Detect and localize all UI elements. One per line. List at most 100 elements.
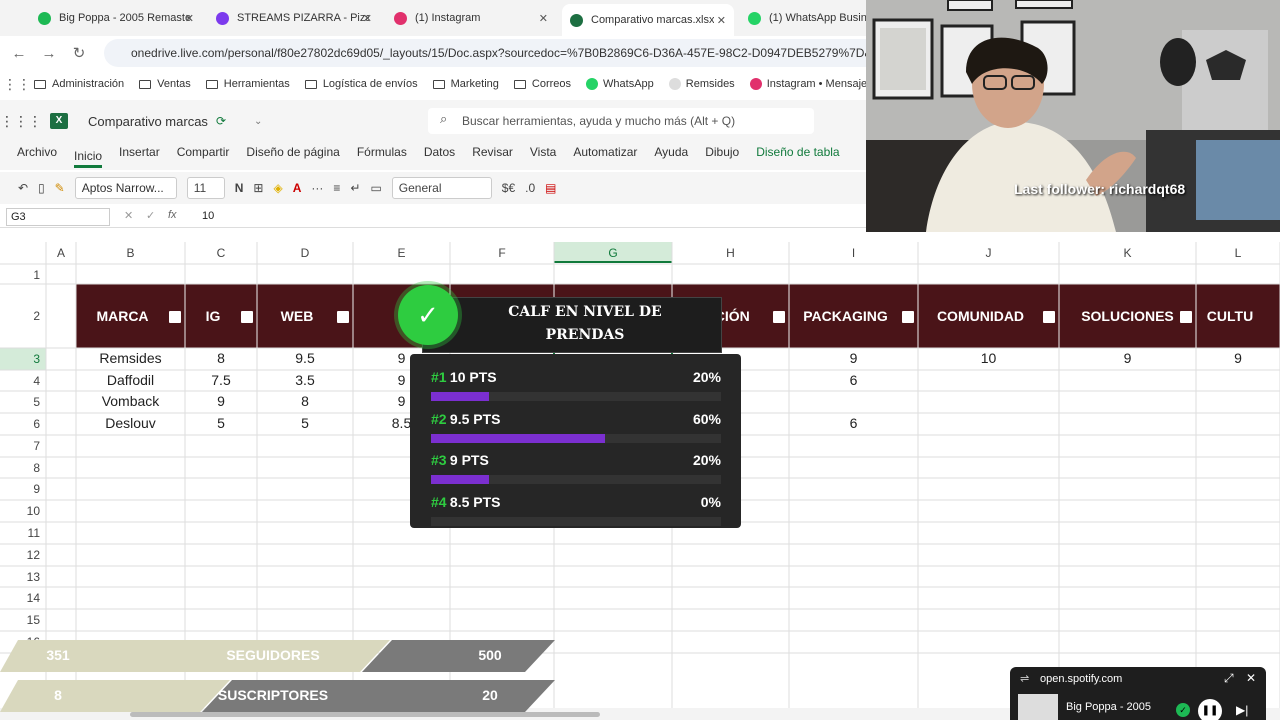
cell-value: 9: [1234, 350, 1242, 366]
ribbon-tab[interactable]: Revisar: [472, 145, 513, 168]
number-format-select[interactable]: General: [391, 177, 492, 199]
expand-icon[interactable]: ⤢: [1224, 671, 1234, 686]
bookmark-item[interactable]: Administración: [34, 78, 124, 90]
close-tab-icon[interactable]: ✕: [363, 12, 372, 25]
bookmark-item[interactable]: Correos: [513, 78, 571, 90]
ribbon-tab[interactable]: Fórmulas: [357, 145, 407, 168]
apps-grid-icon[interactable]: ⋮⋮: [0, 76, 34, 93]
close-icon[interactable]: ✕: [1246, 671, 1256, 685]
subs-goal: 20: [482, 687, 498, 703]
audio-icon: ⇌: [1020, 673, 1030, 685]
borders-icon[interactable]: ⊞: [253, 181, 263, 195]
subs-count: 8: [54, 687, 62, 703]
ribbon-tab[interactable]: Ayuda: [654, 145, 688, 168]
confirm-icon[interactable]: ✓: [146, 209, 155, 222]
fill-color-icon[interactable]: ◈: [273, 181, 282, 195]
bookmark-item[interactable]: WhatsApp: [586, 78, 654, 90]
undo-icon[interactable]: ↶: [18, 181, 28, 195]
tab-list: Big Poppa - 2005 Remaster ✕ STREAMS PIZARR…: [0, 0, 870, 36]
bookmark-item[interactable]: Marketing: [432, 78, 499, 90]
saved-icon[interactable]: ✓: [1176, 703, 1190, 717]
format-painter-icon[interactable]: ✎: [55, 181, 65, 195]
bookmark-item[interactable]: Instagram • Mensajes: [749, 78, 873, 90]
decimal-icon[interactable]: .0: [525, 181, 535, 195]
ribbon-tab[interactable]: Datos: [424, 145, 455, 168]
forward-icon[interactable]: →: [34, 45, 64, 62]
browser-tab[interactable]: Comparativo marcas.xlsx ✕: [562, 4, 734, 36]
row-number: 4: [33, 374, 40, 388]
cell-value: 5: [217, 415, 225, 431]
filter-button: [773, 311, 785, 323]
browser-tab[interactable]: (1) Instagram ✕: [386, 6, 556, 30]
bookmark-item[interactable]: Logística de envíos: [304, 78, 418, 90]
merge-icon[interactable]: ▭: [370, 181, 381, 195]
bookmark-label: Marketing: [450, 78, 499, 90]
cell-value: 9.5: [295, 350, 315, 366]
font-name-select[interactable]: Aptos Narrow...: [74, 177, 177, 199]
row-number: 9: [33, 482, 40, 496]
table-header-label: PACKAGING: [803, 308, 888, 324]
font-color-icon[interactable]: A: [293, 181, 302, 195]
poll-bar-fill: [431, 433, 605, 443]
filter-button: [902, 311, 914, 323]
ribbon-tab[interactable]: Dibujo: [705, 145, 739, 168]
search-input[interactable]: Buscar herramientas, ayuda y mucho más (…: [428, 108, 814, 134]
font-size-select[interactable]: 11: [186, 177, 225, 199]
poll-bar-track: [431, 433, 721, 443]
document-title[interactable]: Comparativo marcas: [88, 114, 208, 129]
align-icon[interactable]: ≡: [333, 181, 340, 195]
close-tab-icon[interactable]: ✕: [539, 12, 548, 25]
ribbon-tab[interactable]: Diseño de página: [246, 145, 339, 168]
browser-tab[interactable]: Big Poppa - 2005 Remaster ✕: [30, 6, 202, 30]
row-number: 6: [33, 417, 40, 431]
url-input[interactable]: onedrive.live.com/personal/f80e27802dc69…: [104, 39, 884, 67]
bold-icon[interactable]: N: [235, 181, 244, 195]
ribbon-tab[interactable]: Inicio: [74, 149, 103, 168]
formula-input[interactable]: 10: [202, 210, 214, 222]
name-box[interactable]: G3: [6, 208, 110, 226]
poll-bar-track: [431, 392, 721, 401]
stream-goals: 351 SEGUIDORES 500 8 SUSCRIPTORES 20: [0, 640, 560, 720]
waffle-icon[interactable]: ⋮⋮⋮: [0, 113, 42, 130]
chevron-down-icon[interactable]: ⌄: [254, 116, 262, 127]
ribbon-tab[interactable]: Insertar: [119, 145, 160, 168]
more-icon[interactable]: ···: [311, 181, 323, 195]
back-icon[interactable]: ←: [4, 45, 34, 62]
browser-tab[interactable]: (1) WhatsApp Business: [740, 6, 880, 30]
track-title: Big Poppa - 2005: [1066, 701, 1152, 713]
filter-button: [241, 311, 253, 323]
poll-option: #4 8.5 PTS 0%: [431, 494, 721, 536]
tab-label: (1) Instagram: [415, 12, 481, 24]
filter-button: [169, 311, 181, 323]
clipboard-icon[interactable]: ▯: [38, 181, 45, 195]
ribbon-tab[interactable]: Automatizar: [573, 145, 637, 168]
ribbon-tab[interactable]: Diseño de tabla: [756, 145, 839, 168]
pause-icon[interactable]: ❚❚: [1198, 699, 1222, 723]
poll-option: #2 9.5 PTS 60%: [431, 411, 721, 453]
reload-icon[interactable]: ↻: [64, 44, 94, 62]
spotify-mini-player: ⇌ open.spotify.com ⤢ ✕ Big Poppa - 2005 …: [1010, 667, 1266, 723]
poll-percent: 20%: [692, 452, 721, 468]
wrap-text-icon[interactable]: ↵: [350, 181, 360, 195]
table-header-label: WEB: [281, 308, 314, 324]
conditional-format-icon[interactable]: ▤: [545, 181, 556, 195]
currency-icon[interactable]: $€: [502, 181, 515, 195]
ribbon-tab[interactable]: Vista: [530, 145, 556, 168]
next-icon[interactable]: ▶|: [1236, 703, 1248, 717]
poll-bar-fill: [431, 475, 489, 484]
close-tab-icon[interactable]: ✕: [717, 14, 726, 27]
excel-logo-icon: X: [50, 113, 68, 129]
bookmark-item[interactable]: Remsides: [668, 78, 735, 90]
ribbon-tab[interactable]: Archivo: [17, 145, 57, 168]
browser-tab[interactable]: STREAMS PIZARRA - Pizarra✕: [208, 6, 380, 30]
tab-label: Comparativo marcas.xlsx: [591, 14, 715, 26]
poll-option: #3 9 PTS 20%: [431, 452, 721, 494]
tab-favicon-icon: [38, 11, 51, 25]
bookmark-item[interactable]: Ventas: [139, 78, 191, 90]
column-header-label: G: [608, 246, 617, 260]
function-icon[interactable]: fx: [168, 209, 177, 221]
close-tab-icon[interactable]: ✕: [185, 12, 194, 25]
cancel-icon[interactable]: ✕: [124, 209, 133, 222]
ribbon-tab[interactable]: Compartir: [177, 145, 230, 168]
bookmark-item[interactable]: Herramientas: [205, 78, 290, 90]
